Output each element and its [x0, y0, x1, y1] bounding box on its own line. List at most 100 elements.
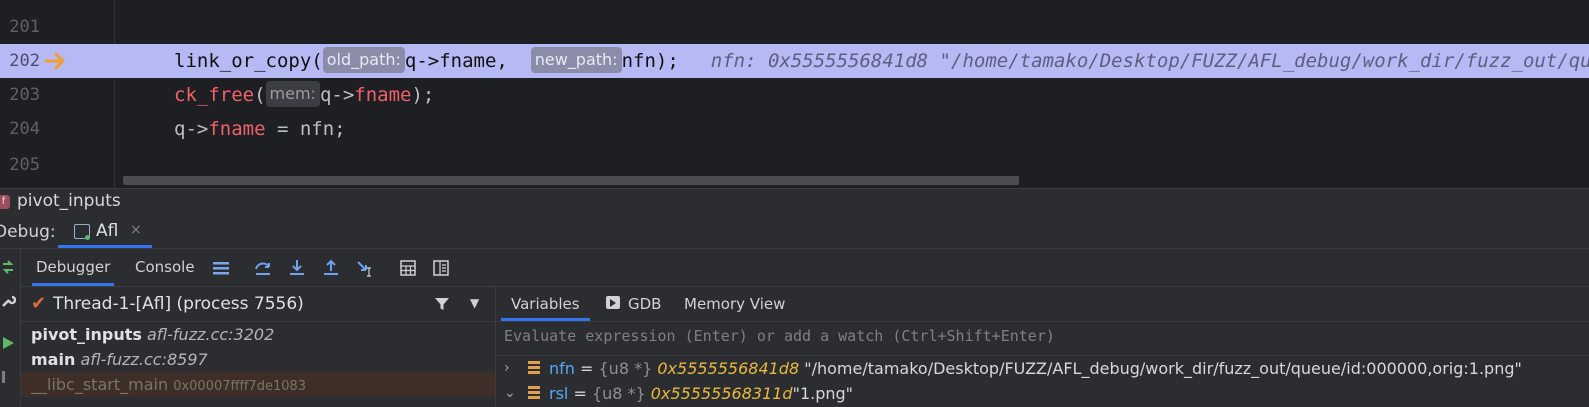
- tab-console[interactable]: Console: [135, 249, 195, 286]
- variable-type: {u8 *}: [591, 384, 646, 403]
- variable-name: rsl: [549, 384, 569, 403]
- active-tab-indicator: [58, 245, 152, 248]
- tab-label: Variables: [511, 295, 580, 313]
- line-number: 204: [9, 119, 40, 139]
- stack-frame[interactable]: main afl-fuzz.cc:8597: [21, 347, 495, 372]
- tab-debugger[interactable]: Debugger: [32, 249, 115, 286]
- stack-frame[interactable]: pivot_inputs afl-fuzz.cc:3202: [21, 322, 495, 347]
- debug-tool-window-header: Debug: Afl ×: [0, 214, 1589, 249]
- chevron-right-icon[interactable]: ›: [504, 356, 510, 381]
- horizontal-scrollbar[interactable]: [123, 176, 1019, 185]
- thread-label: Thread-1-[Afl] (process 7556): [53, 294, 304, 314]
- frame-function: pivot_inputs: [31, 325, 142, 344]
- run-config-icon: [74, 224, 90, 240]
- frame-location: afl-fuzz.cc:8597: [80, 350, 208, 369]
- variable-value: "/home/tamako/Desktop/FUZZ/AFL_debug/wor…: [804, 359, 1522, 378]
- tab-label: Memory View: [684, 295, 786, 313]
- variables-panel: Variables GDB Memory View Evaluate expre…: [496, 287, 1589, 407]
- field-name: fname: [354, 84, 412, 106]
- frame-function: main: [31, 350, 76, 369]
- breadcrumb-function[interactable]: pivot_inputs: [17, 191, 121, 211]
- variable-icon: [528, 361, 540, 375]
- pause-icon[interactable]: [0, 369, 16, 385]
- equals: =: [568, 384, 592, 403]
- function-icon: f: [0, 195, 10, 209]
- tab-label: GDB: [628, 295, 662, 313]
- equals: =: [574, 359, 599, 378]
- code-line[interactable]: 204 q->fname = nfn;: [0, 112, 1589, 146]
- code-line[interactable]: 201: [0, 10, 1589, 44]
- line-number: 201: [9, 17, 40, 37]
- frame-location: afl-fuzz.cc:3202: [147, 325, 275, 344]
- variable-text: nfn = {u8 *} 0x5555556841d8 "/home/tamak…: [549, 356, 1522, 381]
- step-over-icon[interactable]: [253, 258, 273, 278]
- memory-layout-icon[interactable]: [431, 258, 451, 278]
- stack-frame[interactable]: __libc_start_main 0x00007ffff7de1083: [21, 372, 495, 397]
- frames-panel: ✔ Thread-1-[Afl] (process 7556) ▼ pivot_…: [21, 287, 496, 407]
- line-number: 203: [9, 85, 40, 105]
- run-config-tab-afl[interactable]: Afl ×: [58, 214, 152, 248]
- argument: q->: [319, 84, 355, 106]
- variable-address: 0x55555568311d: [650, 384, 793, 403]
- terminal-icon: [606, 296, 620, 309]
- breadcrumb: f pivot_inputs: [0, 188, 1589, 215]
- line-number: 202: [9, 51, 40, 71]
- line-number: 205: [9, 155, 40, 175]
- paren: (: [311, 50, 323, 72]
- param-hint: old_path:: [322, 47, 405, 73]
- field-name: fname: [208, 118, 266, 140]
- step-out-icon[interactable]: [321, 258, 341, 278]
- function-name: ck_free: [174, 84, 255, 106]
- check-icon: ✔: [31, 293, 47, 314]
- rerun-icon[interactable]: [0, 259, 16, 275]
- code-text: link_or_copy(old_path: q->fname, new_path…: [174, 44, 1589, 78]
- thread-selector[interactable]: ✔ Thread-1-[Afl] (process 7556) ▼: [21, 287, 495, 322]
- execution-point-arrow-icon: [44, 52, 65, 70]
- frame-location: 0x00007ffff7de1083: [173, 379, 307, 394]
- tab-gdb[interactable]: GDB: [606, 287, 661, 321]
- wrench-icon[interactable]: [0, 293, 16, 309]
- variable-type: {u8 *}: [598, 359, 653, 378]
- chevron-down-icon[interactable]: ⌄: [504, 381, 516, 406]
- step-into-icon[interactable]: [287, 258, 307, 278]
- variables-tabs: Variables GDB Memory View: [496, 287, 1589, 322]
- run-to-cursor-icon[interactable]: [355, 258, 375, 278]
- code-line[interactable]: 203 ck_free(mem: q->fname);: [0, 78, 1589, 112]
- frames-layout-icon[interactable]: [211, 258, 231, 278]
- code-line-current[interactable]: 202 link_or_copy(old_path: q->fname, new_…: [0, 44, 1589, 78]
- debugger-toolbar: Debugger Console: [21, 249, 1589, 287]
- evaluate-expression-icon[interactable]: [398, 258, 418, 278]
- filter-icon[interactable]: [434, 296, 450, 312]
- code-text: q->fname = nfn;: [174, 112, 346, 146]
- param-hint: mem:: [265, 81, 320, 107]
- tab-variables[interactable]: Variables: [501, 287, 590, 321]
- active-tab-indicator: [32, 283, 115, 286]
- argument: q->fname,: [404, 50, 520, 72]
- inline-debug-value: nfn: 0x5555556841d8 "/home/tamako/Deskto…: [710, 50, 1589, 72]
- variable-value: "1.png": [792, 384, 854, 403]
- variable-text: rsl = {u8 *} 0x55555568311d"1.png": [549, 381, 853, 406]
- debug-side-toolbar: [0, 249, 21, 407]
- param-hint: new_path:: [530, 47, 622, 73]
- close-icon[interactable]: ×: [130, 222, 142, 238]
- paren: );: [411, 84, 435, 106]
- tab-memory-view[interactable]: Memory View: [684, 287, 785, 321]
- code-editor[interactable]: 201 202 link_or_copy(old_path: q->fname, …: [0, 0, 1589, 188]
- chevron-down-icon[interactable]: ▼: [470, 296, 479, 310]
- resume-icon[interactable]: [0, 335, 16, 351]
- code-token: = nfn;: [265, 118, 346, 140]
- evaluate-expression-input[interactable]: Evaluate expression (Enter) or add a wat…: [504, 327, 1055, 345]
- variable-icon: [528, 386, 540, 400]
- tab-label: Console: [135, 258, 195, 276]
- argument: nfn);: [621, 50, 679, 72]
- variable-address: 0x5555556841d8: [657, 359, 800, 378]
- tab-label: Debugger: [36, 258, 111, 276]
- run-config-label: Afl: [96, 221, 119, 241]
- variable-name: nfn: [549, 359, 575, 378]
- code-token: q->: [174, 118, 209, 140]
- frame-function: __libc_start_main: [31, 375, 169, 394]
- function-name: link_or_copy: [174, 50, 312, 72]
- debug-label: Debug:: [0, 222, 56, 242]
- paren: (: [254, 84, 266, 106]
- active-tab-indicator: [501, 318, 590, 321]
